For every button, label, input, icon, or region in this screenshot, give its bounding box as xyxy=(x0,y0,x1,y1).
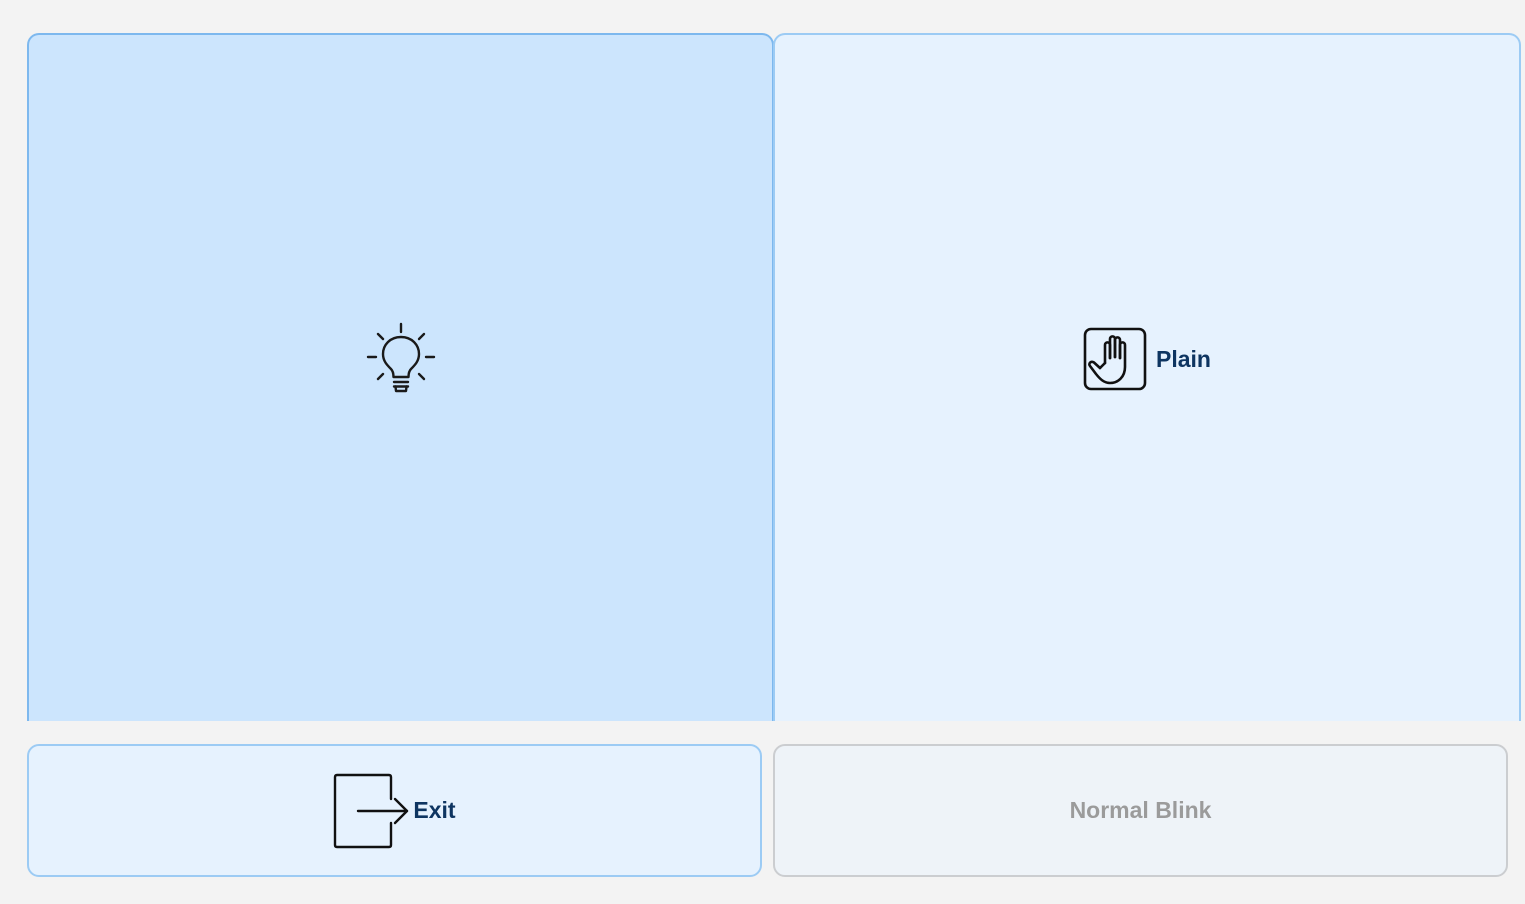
hand-palm-icon xyxy=(1083,327,1147,391)
exit-button[interactable]: Exit xyxy=(27,744,762,877)
app-window: Plain Exit Normal Blink xyxy=(0,0,1525,904)
lightbulb-tile[interactable] xyxy=(27,33,774,733)
plain-tile[interactable]: Plain xyxy=(773,33,1521,733)
normal-blink-label: Normal Blink xyxy=(1069,797,1212,823)
exit-arrow-icon xyxy=(333,773,411,849)
normal-blink-button[interactable]: Normal Blink xyxy=(773,744,1508,877)
plain-tile-label: Plain xyxy=(1156,345,1211,372)
lightbulb-icon xyxy=(366,322,436,396)
exit-label: Exit xyxy=(413,797,456,823)
